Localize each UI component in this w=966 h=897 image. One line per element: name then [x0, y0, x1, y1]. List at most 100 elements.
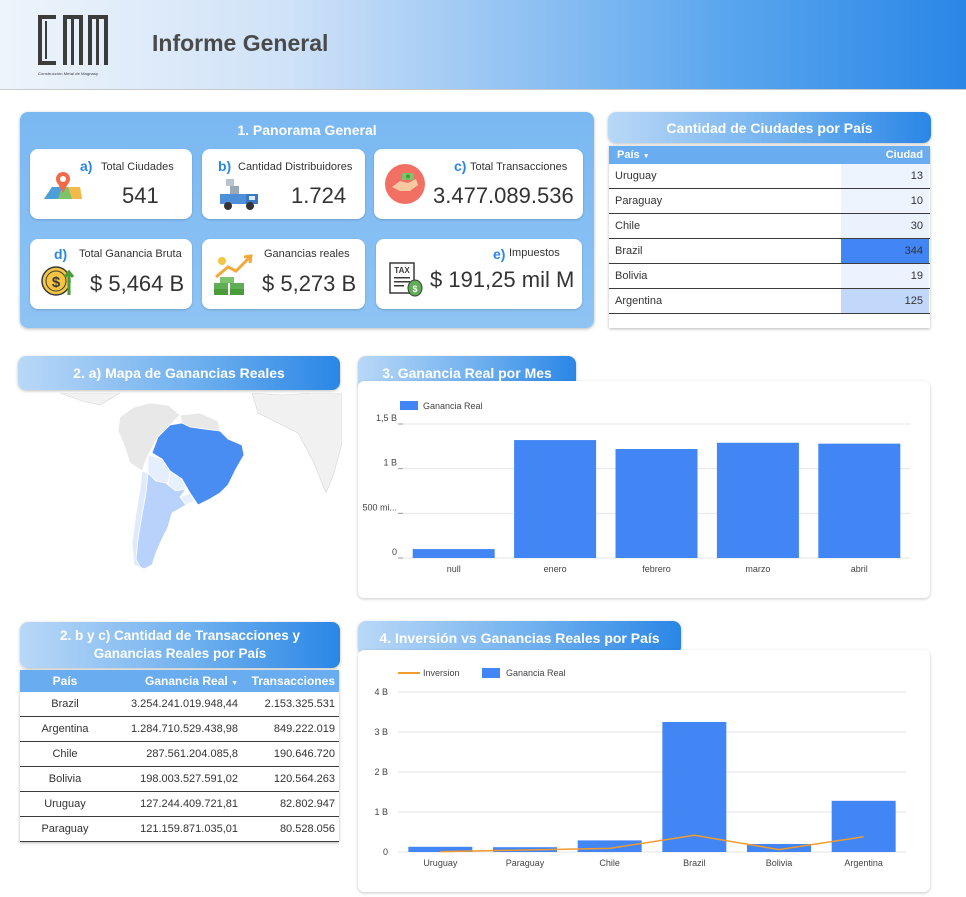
y-tick-label: 500 mi... — [362, 502, 397, 512]
cell-country: Bolivia — [48, 773, 82, 785]
transactions-table: País Ganancia Real ▼ Transacciones Brazi… — [20, 670, 339, 842]
legend-label: Ganancia Real — [423, 401, 483, 411]
x-tick-label: abril — [851, 564, 868, 574]
bar — [716, 442, 799, 558]
report-header: Construcción Metal de Magnasy Informe Ge… — [0, 0, 966, 90]
bar — [831, 800, 896, 852]
table-row[interactable]: Uruguay 13 — [609, 164, 930, 189]
cell-city-count: 13 — [841, 164, 929, 188]
kpi-value: $ 5,273 B — [262, 271, 357, 296]
transactions-table-body: Brazil 3.254.241.019.948,44 2.153.325.531 A… — [20, 692, 339, 842]
column-header-gain[interactable]: Ganancia Real ▼ — [110, 674, 244, 688]
cell-city-count: 344 — [841, 239, 929, 263]
x-tick-label: Brazil — [683, 858, 706, 868]
svg-text:$: $ — [412, 284, 417, 294]
column-header-transactions[interactable]: Transacciones — [244, 674, 339, 688]
kpi-ganancias-reales[interactable]: Ganancias reales $ 5,273 B — [202, 239, 365, 309]
column-header-country[interactable]: País ▼ — [609, 149, 841, 161]
kpi-cantidad-distribuidores[interactable]: b) Cantidad Distribuidores 1.724 — [202, 149, 365, 219]
legend-label: Inversion — [423, 668, 460, 678]
sort-icon: ▼ — [642, 153, 650, 160]
cities-by-country-table: País ▼ Ciudad Uruguay 13 Paraguay 10 Chile 30… — [609, 146, 930, 328]
cell-transactions: 80.528.056 — [279, 823, 335, 835]
cities-table-body: Uruguay 13 Paraguay 10 Chile 30 Brazil 344 Boliv… — [609, 164, 930, 314]
kpi-value: 3.477.089.536 — [433, 183, 574, 208]
kpi-label: Impuestos — [509, 247, 560, 259]
table-row[interactable]: Brazil 3.254.241.019.948,44 2.153.325.531 — [20, 692, 339, 717]
bar — [577, 840, 642, 852]
bar — [662, 722, 727, 852]
company-logo: Construcción Metal de Magnasy — [36, 13, 112, 79]
y-tick-label: 1 B — [383, 458, 397, 468]
map-graphic — [20, 392, 343, 598]
cell-country: Brazil — [615, 245, 643, 257]
y-tick-label: 0 — [383, 847, 388, 857]
y-tick-label: 3 B — [374, 727, 388, 737]
table-row[interactable]: Bolivia 19 — [609, 264, 930, 289]
tax-document-icon: TAX $ — [389, 262, 423, 297]
cell-transactions: 190.646.720 — [273, 748, 335, 760]
bar — [818, 443, 901, 558]
monthly-chart-svg: 0 500 mi... 1 B 1,5 B Ganancia Real null enero… — [362, 401, 910, 574]
table-row[interactable]: Argentina 125 — [609, 289, 930, 314]
y-tick-label: 0 — [392, 547, 397, 557]
cell-city-count: 30 — [841, 214, 929, 238]
kpi-label: Cantidad Distribuidores — [238, 161, 353, 173]
kpi-value: $ 5,464 B — [90, 271, 185, 296]
cell-country: Uruguay — [44, 798, 86, 810]
panorama-general-panel: 1. Panorama General a) Total Ciudades 54… — [20, 112, 594, 328]
cell-gain: 198.003.527.591,02 — [140, 773, 238, 785]
legend-label: Ganancia Real — [506, 668, 566, 678]
cell-transactions: 849.222.019 — [273, 723, 335, 735]
legend-bar-swatch — [482, 668, 500, 678]
handshake-money-icon — [385, 164, 425, 204]
kpi-label: Ganancias reales — [264, 248, 350, 260]
table-row[interactable]: Argentina 1.284.710.529.438,98 849.222.019 — [20, 717, 339, 742]
coin-growth-icon: $ — [41, 266, 75, 296]
monthly-gain-chart[interactable]: 0 500 mi... 1 B 1,5 B Ganancia Real null enero… — [358, 381, 930, 598]
x-tick-label: Bolivia — [766, 858, 793, 868]
map-pin-icon — [44, 172, 82, 199]
table-row[interactable]: Bolivia 198.003.527.591,02 120.564.263 — [20, 767, 339, 792]
cell-city-count: 19 — [841, 264, 929, 288]
column-header-country[interactable]: País — [20, 674, 110, 688]
delivery-truck-icon — [220, 179, 258, 210]
y-tick-label: 1,5 B — [376, 413, 397, 423]
cell-country: Brazil — [51, 698, 79, 710]
kpi-letter: d) — [54, 246, 68, 262]
logo-subtitle: Construcción Metal de Magnasy — [38, 71, 99, 76]
kpi-impuestos[interactable]: e) Impuestos $ 191,25 mil M TAX $ — [376, 239, 582, 309]
cell-transactions: 2.153.325.531 — [264, 698, 335, 710]
x-tick-label: Uruguay — [423, 858, 458, 868]
x-tick-label: Chile — [599, 858, 620, 868]
legend-swatch — [400, 401, 418, 410]
table-row[interactable]: Paraguay 121.159.871.035,01 80.528.056 — [20, 817, 339, 842]
kpi-label: Total Transacciones — [470, 161, 568, 173]
panorama-title: 1. Panorama General — [237, 122, 377, 138]
table-row[interactable]: Chile 287.561.204.085,8 190.646.720 — [20, 742, 339, 767]
x-tick-label: marzo — [745, 564, 770, 574]
investment-vs-gain-chart[interactable]: 0 1 B 2 B 3 B 4 B Inversion Ganancia Real Urugu… — [358, 650, 930, 892]
y-tick-label: 4 B — [374, 687, 388, 697]
kpi-total-ganancia-bruta[interactable]: d) Total Ganancia Bruta $ 5,464 B $ — [30, 239, 192, 309]
cell-country: Argentina — [615, 295, 663, 307]
column-header-city[interactable]: Ciudad — [841, 149, 929, 161]
kpi-letter: c) — [454, 158, 467, 174]
kpi-value: 1.724 — [291, 183, 347, 208]
table-row[interactable]: Uruguay 127.244.409.721,81 82.802.947 — [20, 792, 339, 817]
table-row[interactable]: Brazil 344 — [609, 239, 930, 264]
sort-icon: ▼ — [231, 680, 238, 687]
bar — [615, 449, 698, 558]
cell-city-count: 125 — [841, 289, 929, 313]
table-row[interactable]: Paraguay 10 — [609, 189, 930, 214]
cell-country: Paraguay — [615, 195, 663, 207]
cell-country: Uruguay — [615, 170, 657, 182]
y-tick-label: 2 B — [374, 767, 388, 777]
cell-city-count: 10 — [841, 189, 929, 213]
kpi-letter: e) — [493, 246, 506, 262]
kpi-total-ciudades[interactable]: a) Total Ciudades 541 — [30, 149, 192, 219]
table-row[interactable]: Chile 30 — [609, 214, 930, 239]
kpi-total-transacciones[interactable]: c) Total Transacciones 3.477.089.536 — [374, 149, 583, 219]
cell-gain: 121.159.871.035,01 — [140, 823, 238, 835]
south-america-map[interactable] — [20, 392, 343, 598]
